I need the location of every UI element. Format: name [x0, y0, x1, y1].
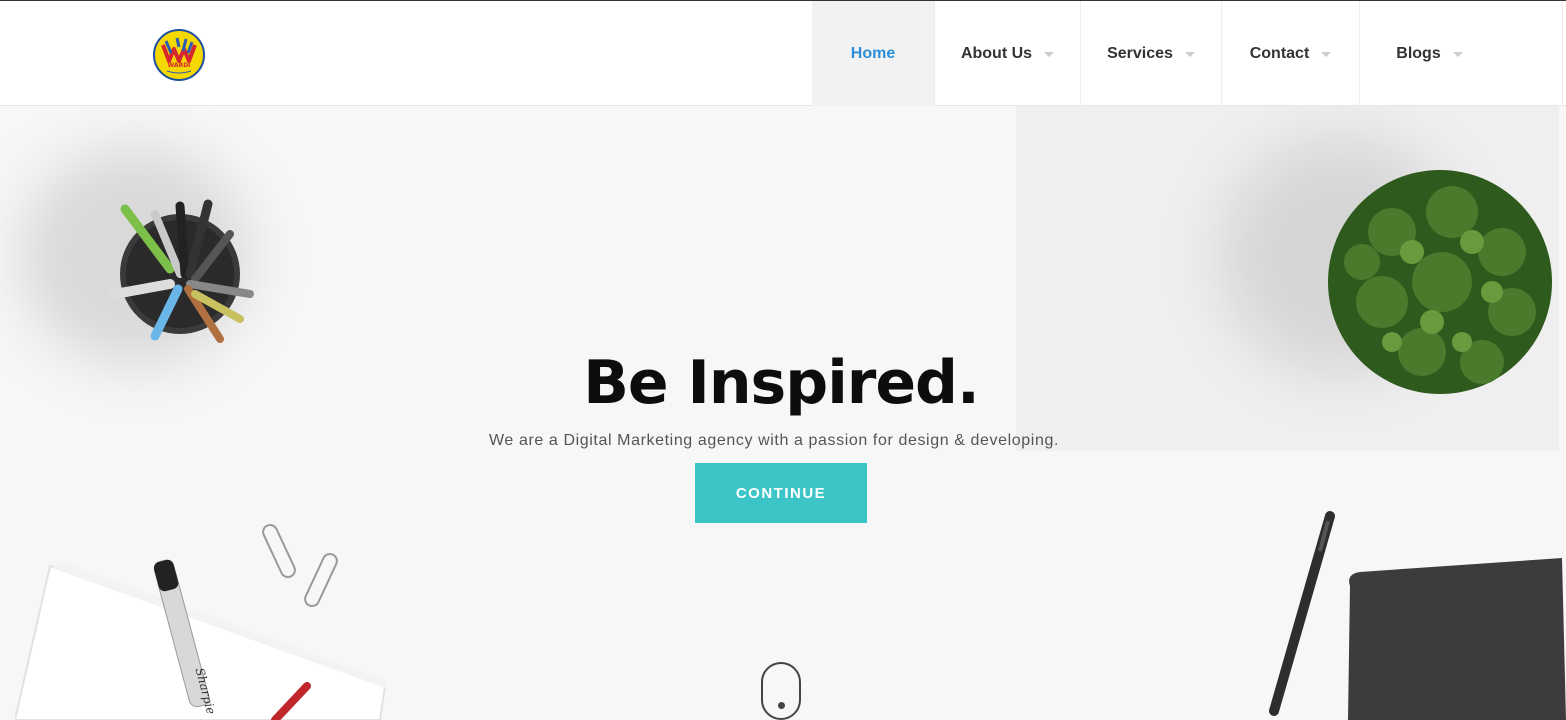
nav-item-label: Services: [1107, 44, 1173, 62]
nav-item-label: Contact: [1249, 44, 1310, 62]
pen-holder-image: [110, 199, 254, 343]
nav-divider: [1562, 1, 1566, 106]
continue-button[interactable]: CONTINUE: [695, 463, 867, 523]
tablet-image: [1348, 558, 1566, 720]
nav-item-label: Blogs: [1396, 44, 1441, 62]
main-nav: Home About Us Services Contact Blogs: [812, 1, 1499, 106]
nav-item-home[interactable]: Home: [812, 1, 934, 106]
nav-item-about-us[interactable]: About Us: [934, 1, 1080, 106]
hero-section: Sharpie Be Inspired. We are a Digital Ma…: [0, 106, 1566, 720]
hero-title: Be Inspired.: [583, 348, 980, 418]
logo-text: WARDI: [168, 62, 191, 69]
chevron-down-icon: [1321, 52, 1332, 57]
chevron-down-icon: [1184, 52, 1195, 57]
wardi-logo-icon[interactable]: WARDI: [153, 29, 205, 81]
chevron-down-icon: [1044, 52, 1055, 57]
nav-item-label: Home: [850, 44, 896, 62]
nav-item-label: About Us: [960, 44, 1033, 62]
nav-item-services[interactable]: Services: [1080, 1, 1221, 106]
mouse-scroll-icon[interactable]: [761, 662, 801, 720]
hero-subtitle: We are a Digital Marketing agency with a…: [488, 432, 1060, 449]
nav-item-contact[interactable]: Contact: [1221, 1, 1359, 106]
nav-item-blogs[interactable]: Blogs: [1359, 1, 1499, 106]
site-header: WARDI Home About Us Services Contact Blo…: [0, 0, 1566, 106]
paperclips-image: [262, 523, 338, 608]
scroll-dot: [778, 702, 785, 709]
stylus-image: [1269, 511, 1335, 716]
chevron-down-icon: [1452, 52, 1463, 57]
